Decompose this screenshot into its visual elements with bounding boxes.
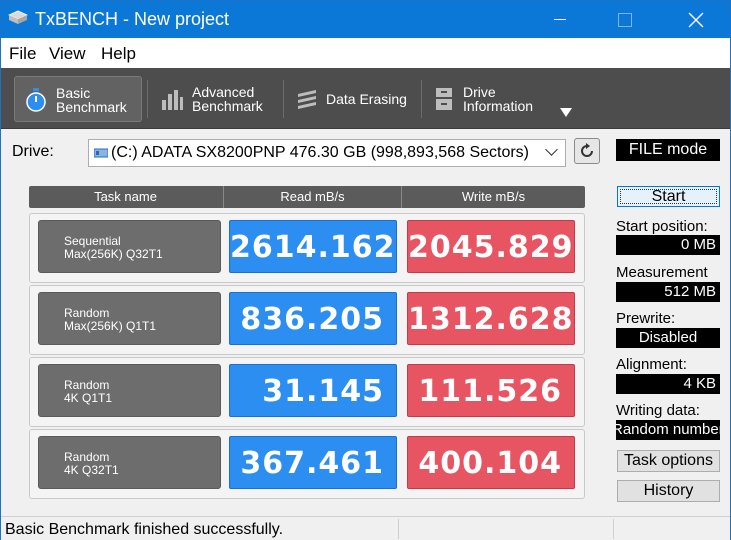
refresh-drive-button[interactable]	[574, 138, 600, 164]
task-button[interactable]: Random 4K Q32T1	[38, 436, 221, 489]
drive-information-button[interactable]: Drive Information	[425, 76, 553, 122]
start-button[interactable]: Start	[617, 186, 720, 207]
close-button[interactable]	[673, 1, 719, 38]
drive-select[interactable]: (C:) ADATA SX8200PNP 476.30 GB (998,893,…	[88, 139, 566, 167]
measurement-value[interactable]: 512 MB	[616, 282, 720, 302]
read-value: 31.145	[229, 364, 397, 417]
app-window: TxBENCH - New project File View Help Bas…	[0, 0, 731, 540]
write-value: 111.526	[407, 364, 575, 417]
window-title: TxBENCH - New project	[35, 9, 230, 29]
history-button[interactable]: History	[617, 480, 720, 502]
status-message: Basic Benchmark finished successfully.	[5, 521, 284, 538]
read-value: 836.205	[229, 292, 397, 345]
toolbar: Basic Benchmark Advanced Benchmark Data …	[1, 68, 730, 129]
measurement-label: Measurement	[616, 264, 708, 281]
prewrite-label: Prewrite:	[616, 310, 676, 327]
status-bar: Basic Benchmark finished successfully.	[1, 516, 730, 540]
title-bar: TxBENCH - New project	[1, 1, 730, 38]
chevron-down-icon	[545, 143, 558, 156]
close-icon	[688, 12, 704, 28]
header-read: Read mB/s	[223, 186, 401, 208]
results-header: Task name Read mB/s Write mB/s	[29, 186, 585, 208]
eraser-icon	[298, 90, 316, 109]
drive-info-icon	[436, 88, 452, 110]
status-separator	[613, 519, 614, 539]
drive-icon	[94, 148, 108, 158]
task-name-line2: Max(256K) Q32T1	[64, 247, 163, 261]
toolbar-more-dropdown-icon[interactable]	[560, 108, 572, 117]
write-value: 1312.628	[407, 292, 575, 345]
drive-label: Drive:	[12, 143, 54, 160]
drive-information-label: Drive Information	[463, 84, 534, 114]
result-row-random-4k-q32t1: Random 4K Q32T1 367.461 400.104	[29, 429, 585, 499]
result-row-random-256k-q1t1: Random Max(256K) Q1T1 836.205 1312.628	[29, 285, 585, 355]
stopwatch-icon	[26, 88, 46, 112]
writing-data-label: Writing data:	[616, 402, 700, 419]
refresh-icon	[581, 143, 593, 157]
result-row-random-4k-q1t1: Random 4K Q1T1 31.145 111.526	[29, 357, 585, 427]
status-separator	[398, 519, 399, 539]
writing-data-value[interactable]: Random number	[616, 420, 720, 440]
start-position-label: Start position:	[616, 218, 708, 235]
file-mode-indicator: FILE mode	[616, 139, 720, 161]
basic-benchmark-button[interactable]: Basic Benchmark	[14, 76, 142, 122]
toolbar-separator	[421, 80, 422, 118]
alignment-value[interactable]: 4 KB	[616, 374, 720, 394]
advanced-benchmark-button[interactable]: Advanced Benchmark	[151, 76, 279, 122]
start-position-value[interactable]: 0 MB	[616, 235, 720, 255]
toolbar-separator	[147, 80, 148, 118]
basic-benchmark-label: Basic Benchmark	[56, 85, 127, 115]
result-row-sequential-q32t1: Sequential Max(256K) Q32T1 2614.162 2045…	[29, 213, 585, 283]
write-value: 2045.829	[407, 220, 575, 273]
advanced-benchmark-label: Advanced Benchmark	[192, 84, 263, 114]
prewrite-value[interactable]: Disabled	[616, 328, 720, 348]
task-button[interactable]: Random Max(256K) Q1T1	[38, 292, 221, 345]
header-task-name: Task name	[94, 189, 157, 204]
alignment-label: Alignment:	[616, 356, 687, 373]
task-name-line2: Max(256K) Q1T1	[64, 319, 157, 333]
data-erasing-label: Data Erasing	[326, 91, 407, 107]
menu-help[interactable]: Help	[101, 44, 136, 64]
menu-file[interactable]: File	[9, 44, 36, 64]
toolbar-separator	[283, 80, 284, 118]
bar-chart-icon	[162, 90, 183, 110]
app-icon	[8, 10, 28, 24]
minimize-button[interactable]	[537, 1, 583, 38]
menu-view[interactable]: View	[49, 44, 86, 64]
task-button[interactable]: Sequential Max(256K) Q32T1	[38, 220, 221, 273]
maximize-button[interactable]	[602, 1, 648, 38]
data-erasing-button[interactable]: Data Erasing	[287, 76, 415, 122]
task-button[interactable]: Random 4K Q1T1	[38, 364, 221, 417]
read-value: 367.461	[229, 436, 397, 489]
task-options-button[interactable]: Task options	[617, 450, 720, 472]
header-write: Write mB/s	[401, 186, 585, 208]
write-value: 400.104	[407, 436, 575, 489]
read-value: 2614.162	[229, 220, 397, 273]
drive-select-value: (C:) ADATA SX8200PNP 476.30 GB (998,893,…	[111, 144, 530, 161]
menu-bar: File View Help	[1, 38, 730, 68]
task-name-line2: 4K Q1T1	[64, 391, 113, 405]
task-name-line2: 4K Q32T1	[64, 463, 119, 477]
